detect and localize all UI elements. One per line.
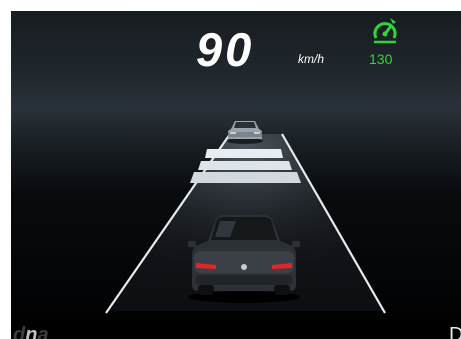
drive-mode-indicator: D — [449, 324, 461, 339]
speed-unit: km/h — [298, 52, 325, 66]
own-vehicle-icon — [188, 215, 300, 303]
cluster-screen: 90 km/h 130 dna D — [11, 11, 461, 339]
lead-vehicle-icon — [227, 121, 263, 144]
speedometer-cruise-icon — [373, 18, 397, 44]
dna-letter-n: n — [25, 324, 38, 339]
distance-bar-2 — [198, 161, 292, 170]
current-speed: 90 — [196, 23, 255, 76]
distance-bar-3 — [190, 172, 301, 183]
distance-bar-1 — [205, 149, 283, 158]
dna-logo: dna — [13, 324, 49, 339]
dna-letter-d: d — [13, 324, 26, 339]
status-bar — [11, 319, 461, 339]
dna-letter-a: a — [37, 324, 49, 339]
cruise-set-speed: 130 — [369, 51, 393, 67]
